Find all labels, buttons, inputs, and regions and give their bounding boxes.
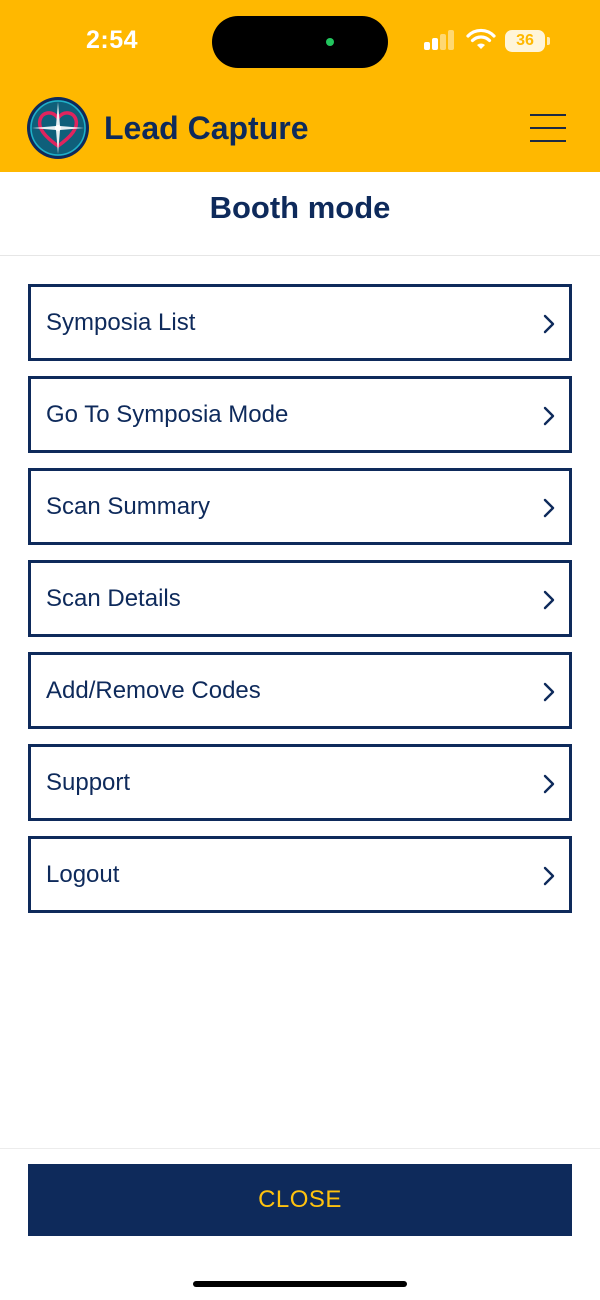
- heart-compass-logo-icon: [27, 97, 89, 159]
- hamburger-menu-button[interactable]: [530, 112, 568, 144]
- menu-item-logout[interactable]: Logout: [28, 836, 572, 913]
- menu-list: Symposia List Go To Symposia Mode Scan S…: [28, 284, 572, 928]
- menu-item-scan-summary[interactable]: Scan Summary: [28, 468, 572, 545]
- status-time: 2:54: [86, 26, 139, 54]
- cellular-signal-icon: [424, 30, 456, 50]
- menu-item-label: Scan Details: [46, 585, 181, 612]
- menu-item-add-remove-codes[interactable]: Add/Remove Codes: [28, 652, 572, 729]
- menu-line: [530, 114, 566, 116]
- close-button[interactable]: CLOSE: [28, 1164, 572, 1236]
- chevron-right-icon: [543, 590, 555, 610]
- battery-nub: [547, 37, 550, 45]
- wifi-icon: [466, 28, 496, 49]
- footer-divider: [0, 1148, 600, 1149]
- chevron-right-icon: [543, 406, 555, 426]
- menu-item-label: Logout: [46, 861, 120, 888]
- app-header: 2:54 36 Lead Capture: [0, 0, 600, 172]
- camera-indicator-icon: [326, 38, 334, 46]
- chevron-right-icon: [543, 866, 555, 886]
- chevron-right-icon: [543, 774, 555, 794]
- menu-item-label: Symposia List: [46, 309, 196, 336]
- menu-line: [530, 127, 566, 129]
- menu-item-support[interactable]: Support: [28, 744, 572, 821]
- menu-item-go-to-symposia-mode[interactable]: Go To Symposia Mode: [28, 376, 572, 453]
- battery-level: 36: [516, 32, 534, 49]
- screen: 2:54 36 Lead Capture Booth mode Symposia…: [0, 0, 600, 1300]
- menu-line: [530, 140, 566, 142]
- dynamic-island: [212, 16, 388, 68]
- menu-item-symposia-list[interactable]: Symposia List: [28, 284, 572, 361]
- chevron-right-icon: [543, 314, 555, 334]
- menu-item-label: Go To Symposia Mode: [46, 401, 289, 428]
- home-indicator[interactable]: [193, 1281, 407, 1287]
- menu-item-label: Scan Summary: [46, 493, 211, 520]
- menu-item-scan-details[interactable]: Scan Details: [28, 560, 572, 637]
- chevron-right-icon: [543, 682, 555, 702]
- page-title: Booth mode: [209, 190, 391, 225]
- page-heading-bar: Booth mode: [0, 172, 600, 256]
- app-title: Lead Capture: [104, 110, 309, 146]
- battery-icon: 36: [505, 30, 545, 52]
- chevron-right-icon: [543, 498, 555, 518]
- menu-item-label: Support: [46, 769, 131, 796]
- menu-item-label: Add/Remove Codes: [46, 677, 261, 704]
